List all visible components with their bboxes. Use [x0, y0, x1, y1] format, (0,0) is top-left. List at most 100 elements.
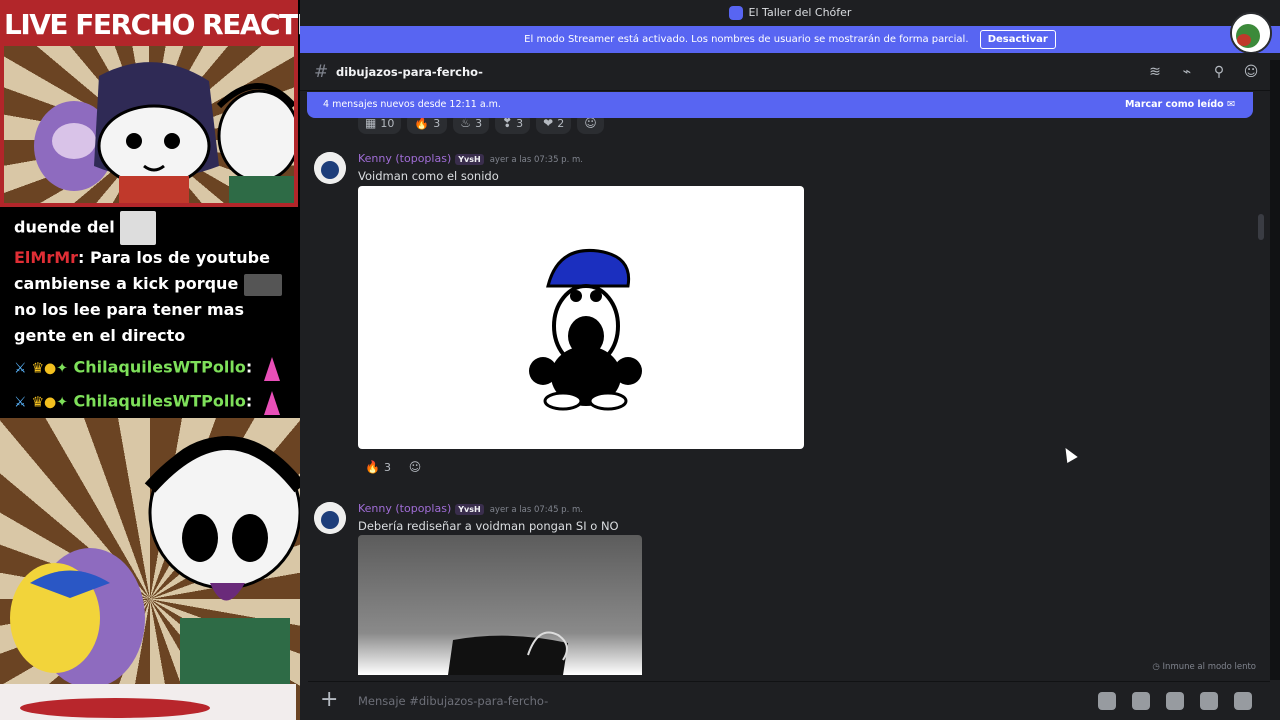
sword-badge-icon: ⚔: [14, 394, 27, 411]
add-emoji-icon: ☺: [584, 118, 597, 130]
new-messages-bar[interactable]: 4 mensajes nuevos desde 12:11 a.m. Marca…: [307, 92, 1253, 118]
add-reaction-button[interactable]: ☺: [404, 456, 426, 478]
message-timestamp: ayer a las 07:35 p. m.: [489, 155, 583, 165]
chat-badges: ⚔ ♛●✦: [14, 395, 68, 411]
chat-badges: ⚔ ♛●✦: [14, 361, 68, 377]
coin-badge-icon: ●: [44, 394, 57, 411]
channel-header: # dibujazos-para-fercho- ≋ ⌁ ⚲ ☺: [300, 53, 1280, 91]
chat-text: no los lee para tener mas gente en el di…: [14, 300, 244, 345]
gif-icon[interactable]: [1132, 692, 1150, 710]
red-blob: [20, 698, 210, 718]
attach-plus-icon[interactable]: +: [320, 688, 338, 712]
discord-app: El Taller del Chófer El modo Streamer es…: [300, 0, 1280, 720]
plus-badge-icon: ✦: [56, 360, 68, 377]
reaction-count: 3: [433, 118, 441, 130]
reaction-chip[interactable]: ♨ 3: [453, 118, 490, 134]
reaction-row: ▦ 10 🔥 3 ♨ 3 ❣ 3 ❤ 2 ☺: [358, 118, 604, 134]
user-tag: YvsH: [455, 153, 484, 165]
message-text: Debería rediseñar a voidman pongan SI o …: [358, 519, 619, 533]
clock-icon: ◷: [1152, 662, 1160, 672]
heart-emoji-icon: ❤: [543, 118, 554, 130]
slowmode-text: Inmune al modo lento: [1162, 662, 1256, 672]
slowmode-indicator: ◷ Inmune al modo lento: [1152, 662, 1256, 672]
mute-notifications-icon[interactable]: ⌁: [1178, 64, 1196, 80]
pin-icon[interactable]: ⚲: [1210, 64, 1228, 80]
member-list-icon[interactable]: ☺: [1242, 64, 1260, 80]
right-edge-strip: [1270, 60, 1280, 680]
threads-icon[interactable]: ≋: [1146, 64, 1164, 80]
chat-message: duende del: [14, 211, 286, 245]
channel-name: dibujazos-para-fercho-: [336, 65, 483, 79]
window-title: El Taller del Chófer: [748, 6, 852, 19]
avatar-icon: [314, 502, 346, 534]
message-list[interactable]: ▦ 10 🔥 3 ♨ 3 ❣ 3 ❤ 2 ☺ Kenny (topoplas) YvsH ay…: [300, 118, 1260, 678]
message-image-attachment[interactable]: [358, 186, 804, 449]
crown-badge-icon: ♛: [31, 394, 44, 411]
chat-username: ChilaquilesWTPollo: [73, 391, 246, 411]
streamer-notice-text: El modo Streamer está activado. Los nomb…: [524, 34, 969, 45]
message-timestamp: ayer a las 07:45 p. m.: [489, 505, 583, 515]
coin-badge-icon: ●: [44, 360, 57, 377]
sparkle-heart-emoji-icon: ❣: [502, 118, 513, 130]
cartoon-artwork-top: [4, 46, 294, 203]
deactivate-button[interactable]: Desactivar: [979, 29, 1056, 49]
reaction-count: 3: [383, 460, 391, 474]
sketch-preview-icon: [448, 631, 568, 675]
add-emoji-icon: ☺: [408, 460, 422, 474]
reaction-count: 3: [516, 118, 524, 130]
sword-badge-icon: ⚔: [14, 360, 27, 377]
sticker-icon[interactable]: [1166, 692, 1184, 710]
stream-banner: LIVE FERCHO REACTION: [4, 4, 300, 46]
reaction-chip[interactable]: ❣ 3: [495, 118, 531, 134]
hashtag-icon: #: [314, 62, 329, 82]
cartoon-artwork-bottom: [0, 418, 300, 720]
message-composer: + Mensaje #dibujazos-para-fercho-: [308, 681, 1270, 719]
chat-message: ⚔ ♛●✦ ChilaquilesWTPollo:: [14, 387, 286, 417]
praying-hands-emote-icon: [263, 357, 280, 381]
emoji-icon[interactable]: [1200, 692, 1218, 710]
avatar-icon: [314, 152, 346, 184]
message-input[interactable]: Mensaje #dibujazos-para-fercho-: [358, 694, 548, 708]
reaction-chip[interactable]: ▦ 10: [358, 118, 402, 134]
stream-chat: duende del ElMrMr: Para los de youtube c…: [0, 207, 300, 417]
scrollbar-thumb[interactable]: [1258, 214, 1264, 240]
reaction-chip[interactable]: 🔥 3: [358, 456, 398, 478]
chat-username: ElMrMr: [14, 248, 79, 267]
window-titlebar: El Taller del Chófer: [300, 0, 1280, 26]
mark-as-read-button[interactable]: Marcar como leído ✉: [1125, 92, 1235, 117]
mark-read-icon: ✉: [1227, 99, 1235, 110]
cartoon-characters-icon: [34, 62, 294, 203]
message-author[interactable]: Kenny (topoplas): [358, 502, 451, 515]
new-messages-text: 4 mensajes nuevos desde 12:11 a.m.: [323, 99, 501, 110]
message-text: Voidman como el sonido: [358, 169, 499, 183]
reaction-chip[interactable]: 🔥 3: [407, 118, 448, 134]
message-image-attachment[interactable]: [358, 535, 642, 675]
avatar-icon: [1232, 14, 1270, 52]
user-avatar[interactable]: [1230, 12, 1272, 54]
reaction-chip[interactable]: ❤ 2: [536, 118, 572, 134]
composer-tools: [1098, 692, 1252, 710]
praying-hands-emote-icon: [263, 391, 280, 415]
reaction-count: 2: [557, 118, 565, 130]
art-strip: [0, 684, 296, 720]
mark-as-read-label: Marcar como leído: [1124, 99, 1224, 110]
server-icon: [728, 6, 743, 20]
message-author[interactable]: Kenny (topoplas): [358, 152, 451, 165]
streamer-mode-notice: El modo Streamer está activado. Los nomb…: [300, 26, 1280, 53]
cartoon-characters-icon: [10, 436, 300, 688]
apps-icon[interactable]: [1234, 692, 1252, 710]
add-reaction-button[interactable]: ☺: [577, 118, 604, 134]
reaction-count: 10: [380, 118, 395, 130]
chat-message: ⚔ ♛●✦ ChilaquilesWTPollo:: [14, 353, 286, 383]
message-avatar[interactable]: [314, 502, 346, 534]
chat-username: ChilaquilesWTPollo: [73, 357, 246, 377]
voidman-drawing-icon: [529, 248, 642, 411]
plus-badge-icon: ✦: [56, 394, 68, 411]
facecam-frame: LIVE FERCHO REACTION: [0, 0, 300, 207]
gift-icon[interactable]: [1098, 692, 1116, 710]
message-avatar[interactable]: [314, 152, 346, 184]
reaction-count: 3: [475, 118, 483, 130]
fire-emoji-icon: 🔥: [414, 118, 430, 130]
crown-badge-icon: ♛: [31, 360, 44, 377]
emote-image: [243, 273, 282, 296]
